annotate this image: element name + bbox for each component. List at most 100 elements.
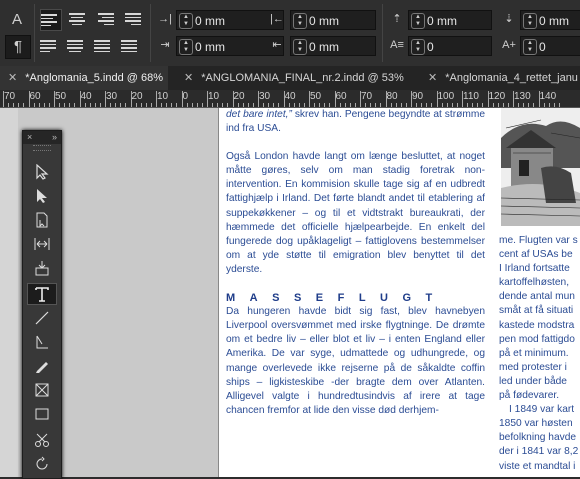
ruler-tick	[99, 103, 101, 107]
ruler-tick	[487, 91, 489, 107]
ruler-tick	[446, 103, 448, 107]
ruler-tick	[334, 91, 336, 107]
align-center-button[interactable]	[67, 9, 87, 29]
space-after-field[interactable]: ▲ ▼ 0 mm	[520, 10, 580, 30]
pen-tool-icon[interactable]	[27, 331, 57, 353]
pencil-tool-icon[interactable]	[27, 355, 57, 377]
tools-panel: × »	[22, 130, 62, 479]
direct-selection-tool-icon[interactable]	[27, 185, 57, 207]
justify-right-button[interactable]	[94, 36, 114, 56]
rectangle-frame-tool-icon[interactable]	[27, 379, 57, 401]
free-transform-tool-icon[interactable]	[27, 453, 57, 475]
text-frame-column-1[interactable]: det bare intet,” skrev han. Pengene begy…	[226, 108, 485, 418]
character-formatting-mode-button[interactable]: A	[5, 9, 29, 31]
drop-cap-lines-icon: A≡	[390, 39, 404, 51]
text-frame-column-2[interactable]: me. Flugten var s cent af USAs be I Irland…	[499, 234, 580, 474]
last-line-indent-field[interactable]: ▲ ▼ 0 mm	[290, 36, 376, 56]
ruler-tick	[94, 103, 96, 107]
tab-anglomania-4[interactable]: ✕ *Anglomania_4_rettet_janu	[420, 66, 580, 90]
rectangle-tool-icon[interactable]	[27, 403, 57, 425]
collapse-icon[interactable]: »	[52, 131, 57, 144]
pasteboard-margin	[0, 108, 18, 477]
content-collector-tool-icon[interactable]	[27, 257, 57, 279]
ruler-tick	[278, 103, 280, 107]
text-line: cent af USAs be	[499, 249, 573, 261]
ruler-tick	[268, 103, 270, 107]
close-icon[interactable]: ✕	[428, 72, 437, 84]
ruler-tick	[217, 103, 219, 107]
justify-left-button[interactable]	[40, 36, 60, 56]
ruler-tick	[283, 91, 285, 107]
ruler-label: 120	[488, 91, 506, 102]
ruler-tick	[477, 103, 479, 107]
drop-cap-lines-field[interactable]: ▲ ▼ 0	[408, 36, 492, 56]
drop-cap-chars-field[interactable]: ▲ ▼ 0	[520, 36, 580, 56]
ruler-tick	[222, 103, 224, 107]
align-left-button[interactable]	[40, 9, 62, 31]
ruler-tick	[28, 91, 30, 107]
scissors-tool-icon[interactable]	[27, 429, 57, 451]
ruler-tick	[232, 91, 234, 107]
ruler-tick	[492, 103, 494, 107]
align-towards-spine-button[interactable]	[121, 9, 141, 29]
gap-tool-icon[interactable]	[27, 233, 57, 255]
paragraph-formatting-mode-button[interactable]: ¶	[5, 35, 31, 59]
line-tool-icon[interactable]	[27, 307, 57, 329]
ruler-tick	[472, 103, 474, 107]
ruler-tick	[191, 103, 193, 107]
ruler-tick	[237, 103, 239, 107]
ruler-tick	[74, 103, 76, 107]
text-line: på fødevarer.	[499, 390, 560, 402]
close-icon[interactable]: ✕	[184, 72, 193, 84]
ruler-tick	[411, 91, 412, 107]
ruler-tick	[339, 103, 341, 107]
space-before-icon: ⇡	[392, 13, 402, 25]
ruler-label: 140	[539, 91, 557, 102]
ruler-tick	[186, 103, 188, 107]
ruler-tick	[18, 103, 20, 107]
ruler-tick	[43, 103, 45, 107]
ruler-tick	[513, 91, 514, 107]
ruler-tick	[207, 91, 208, 107]
page-tool-icon[interactable]	[27, 209, 57, 231]
align-right-button[interactable]	[94, 9, 114, 29]
tab-anglomania-final[interactable]: ✕ *ANGLOMANIA_FINAL_nr.2.indd @ 53%	[176, 66, 416, 90]
ruler-tick	[135, 103, 137, 107]
ruler-tick	[558, 103, 560, 107]
justify-center-button[interactable]	[67, 36, 87, 56]
ruler-label: 60	[29, 91, 41, 102]
last-line-indent-icon: ⇤	[272, 39, 282, 51]
ruler-tick	[303, 103, 305, 107]
ruler-tick	[105, 91, 106, 107]
ruler-label: 30	[106, 91, 118, 102]
ruler-tick	[543, 103, 545, 107]
text-line: pen mod fattigdo	[499, 333, 575, 345]
ruler-tick	[115, 103, 117, 107]
type-tool-icon[interactable]	[27, 283, 57, 305]
space-before-field[interactable]: ▲ ▼ 0 mm	[408, 10, 492, 30]
ruler-tick	[456, 103, 458, 107]
panel-grip[interactable]	[33, 145, 51, 151]
ruler-tick	[201, 103, 203, 107]
close-icon[interactable]: ×	[27, 131, 32, 144]
ruler-tick	[161, 103, 163, 107]
ruler-label: 60	[335, 91, 347, 102]
ruler-tick	[518, 103, 520, 107]
tools-panel-header[interactable]: × »	[23, 131, 61, 144]
tab-anglomania-5[interactable]: ✕ *Anglomania_5.indd @ 68%	[0, 66, 168, 90]
ruler-tick	[365, 103, 367, 107]
ruler-label: 40	[80, 91, 92, 102]
horizontal-ruler[interactable]: 70 60 50 40 30 20 10 0 10 20 30 40 50 60 70 80 90 100 110 1…	[0, 90, 580, 108]
document-page[interactable]: det bare intet,” skrev han. Pengene begy…	[219, 108, 580, 477]
close-icon[interactable]: ✕	[8, 72, 17, 84]
engraving-image[interactable]	[501, 108, 580, 226]
ruler-tick	[171, 103, 173, 107]
section-heading: MASSEFLUGT	[226, 292, 447, 305]
ruler-tick	[385, 91, 387, 107]
justify-all-button[interactable]	[121, 36, 141, 56]
text-line: I Irland fortsatte	[499, 263, 570, 275]
selection-tool-icon[interactable]	[27, 161, 57, 183]
text-line: kastede modstra	[499, 319, 575, 331]
ruler-label: 20	[131, 91, 143, 102]
right-indent-field[interactable]: ▲ ▼ 0 mm	[290, 10, 376, 30]
